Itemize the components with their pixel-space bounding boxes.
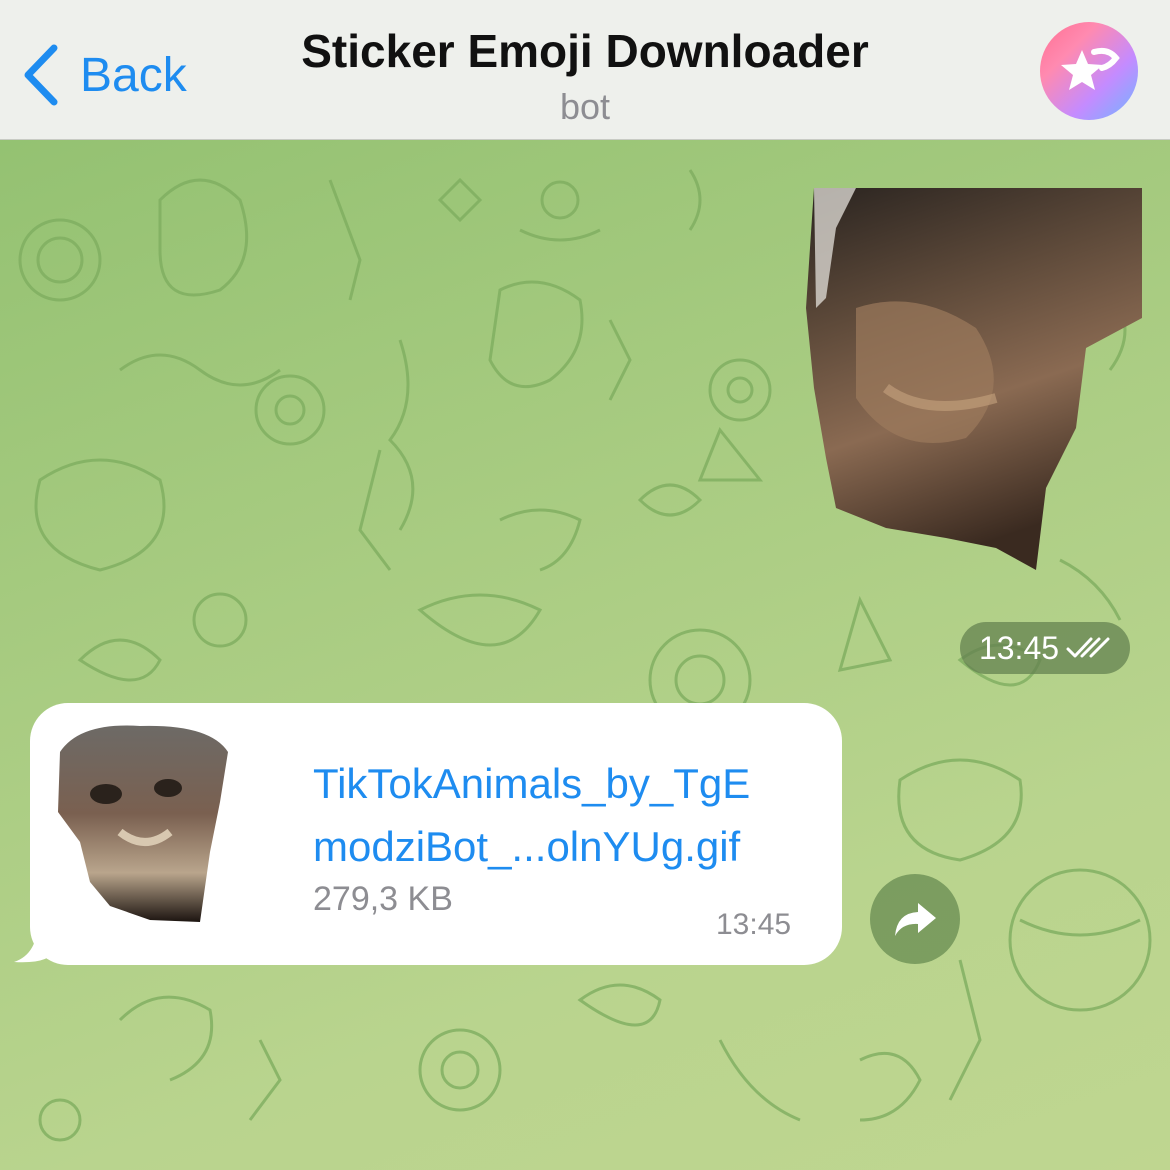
chat-title[interactable]: Sticker Emoji Downloader [230, 24, 940, 78]
back-label: Back [80, 48, 187, 102]
gif-thumbnail[interactable] [50, 722, 232, 926]
file-name-link[interactable]: TikTokAnimals_by_TgE modziBot_...olnYUg.… [313, 752, 833, 878]
sticker-time-text: 13:45 [978, 629, 1060, 666]
chevron-left-icon [24, 44, 58, 106]
file-name-line-1: TikTokAnimals_by_TgE [313, 760, 751, 807]
file-message-timestamp: 13:45 [716, 908, 792, 941]
chat-header: Back Sticker Emoji Downloader bot [0, 0, 1170, 140]
share-arrow-icon [895, 903, 936, 936]
file-size: 279,3 KB [313, 880, 453, 918]
cat-thumbnail-image [58, 725, 228, 922]
cat-sticker-image [806, 188, 1142, 570]
back-button[interactable]: Back [20, 40, 187, 110]
sticker-message[interactable] [796, 188, 1142, 572]
chat-subtitle: bot [559, 86, 611, 127]
star-icon [1061, 47, 1120, 90]
bot-avatar[interactable] [1040, 22, 1138, 120]
file-name-line-2: modziBot_...olnYUg.gif [313, 823, 741, 870]
sticker-timestamp: 13:45 [960, 622, 1130, 674]
double-check-icon [1066, 637, 1110, 658]
share-button[interactable] [870, 874, 960, 964]
